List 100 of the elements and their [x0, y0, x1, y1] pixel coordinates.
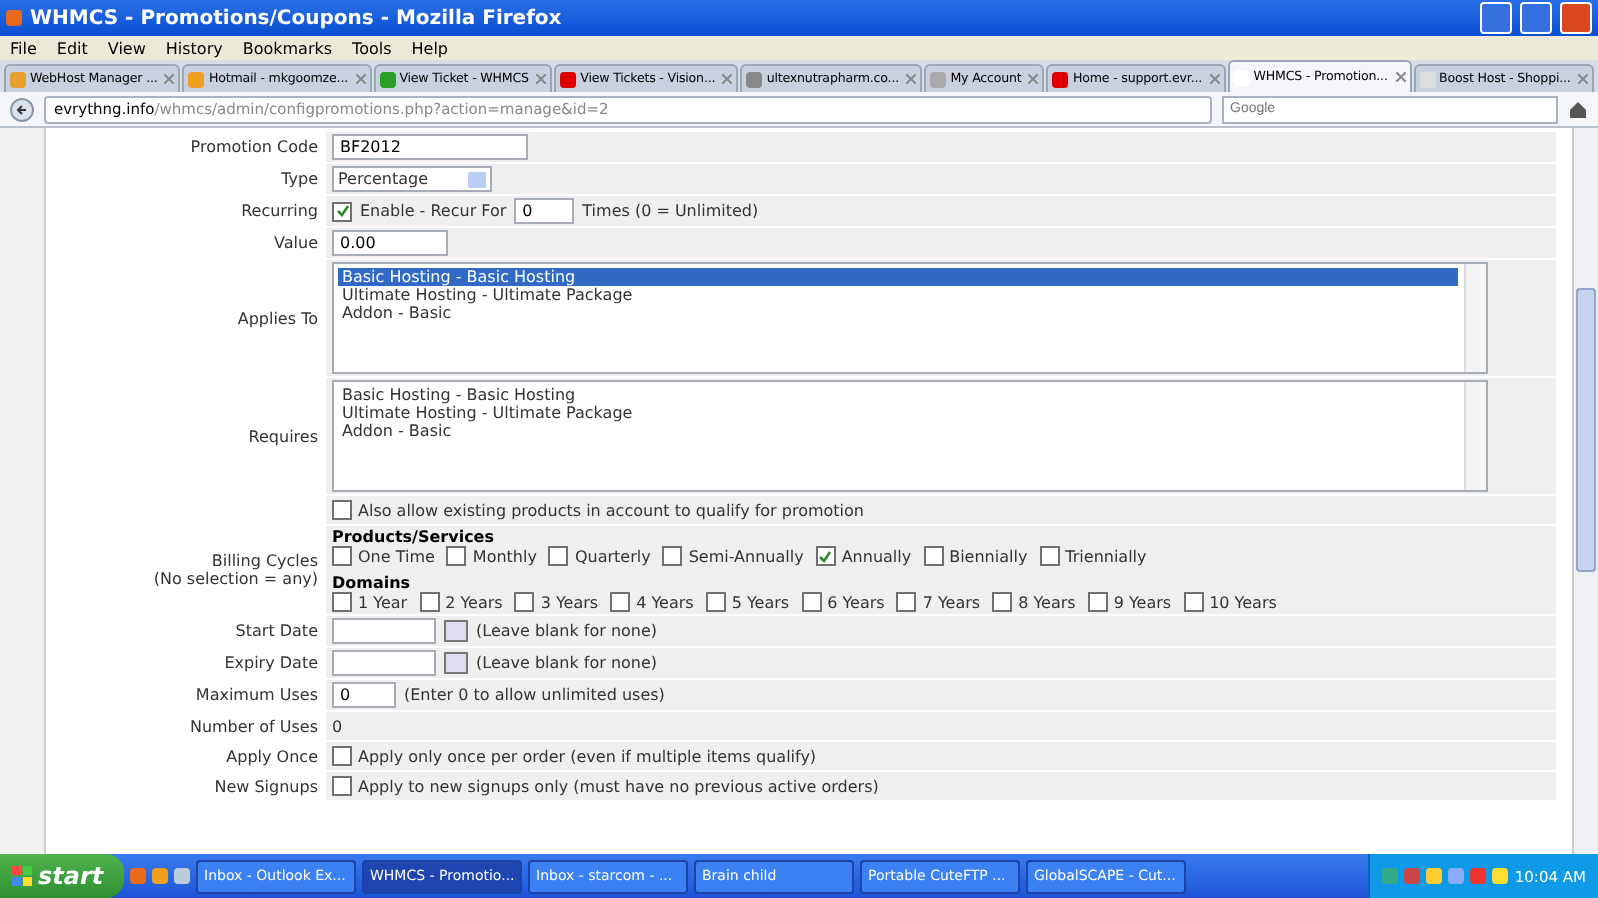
favicon-icon — [1233, 69, 1250, 85]
checkbox-label: 4 Years — [636, 593, 694, 611]
checkbox-label: Monthly — [472, 547, 537, 565]
checkbox-label: 10 Years — [1209, 593, 1277, 611]
checkbox[interactable] — [662, 546, 683, 566]
scrollbar[interactable] — [1572, 128, 1598, 854]
checkmark-icon — [335, 204, 349, 218]
close-icon[interactable] — [722, 74, 733, 84]
list-option[interactable]: Addon - Basic — [338, 422, 1458, 440]
number-field[interactable]: 0 — [332, 682, 396, 708]
value-text: 0 — [332, 717, 343, 735]
field-label: Start Date — [235, 622, 318, 640]
list-scrollbar[interactable] — [1464, 264, 1486, 372]
checkbox[interactable] — [1087, 592, 1108, 612]
close-icon[interactable] — [355, 74, 366, 84]
checkmark-icon — [818, 549, 833, 563]
scroll-thumb[interactable] — [1576, 288, 1596, 572]
menu-item[interactable]: File — [10, 39, 37, 57]
checkbox-label: Annually — [841, 547, 912, 565]
type-dropdown[interactable]: Percentage — [332, 166, 492, 192]
checkbox[interactable] — [705, 592, 726, 612]
hint-text: (Leave blank for none) — [476, 622, 658, 640]
menu-item[interactable]: History — [165, 39, 223, 57]
checkbox[interactable] — [1039, 546, 1060, 566]
checkbox-label: 1 Year — [358, 593, 408, 611]
checkbox[interactable] — [419, 592, 440, 612]
menu-item[interactable]: Tools — [352, 39, 392, 57]
checkbox[interactable] — [610, 592, 631, 612]
checkbox-label: 2 Years — [445, 593, 503, 611]
group-heading: Products/Services — [332, 528, 496, 546]
date-field[interactable] — [332, 650, 436, 676]
field-label: Requires — [248, 427, 318, 445]
list-option[interactable]: Basic Hosting - Basic Hosting — [338, 268, 1458, 286]
field-label: Number of Uses — [189, 717, 318, 735]
field-label: Billing Cycles — [211, 552, 318, 570]
field-label: Recurring — [241, 202, 318, 220]
checkbox[interactable] — [332, 546, 352, 566]
favicon-icon — [10, 71, 26, 87]
field-label: Maximum Uses — [195, 686, 318, 704]
text-field[interactable]: BF2012 — [332, 134, 528, 160]
list-option[interactable]: Ultimate Hosting - Ultimate Package — [338, 404, 1458, 422]
maximize-button[interactable] — [1520, 2, 1552, 34]
field-label: Type — [281, 170, 318, 188]
times-field[interactable]: 0 — [514, 198, 575, 224]
menu-item[interactable]: View — [107, 39, 146, 57]
list-option[interactable]: Addon - Basic — [338, 304, 1458, 322]
checkbox-label: Apply to new signups only (must have no previous active orders) — [358, 777, 879, 795]
back-icon[interactable] — [10, 97, 34, 121]
minimize-button[interactable] — [1480, 2, 1512, 34]
checkbox-label: 7 Years — [922, 593, 981, 611]
date-field[interactable] — [332, 618, 436, 644]
close-icon[interactable] — [1395, 72, 1406, 82]
checkbox[interactable] — [801, 592, 822, 612]
list-scrollbar[interactable] — [1464, 382, 1486, 490]
checkbox-label: Semi-Annually — [688, 547, 804, 565]
checkbox[interactable] — [332, 201, 352, 221]
close-icon[interactable] — [1209, 74, 1220, 84]
checkbox[interactable] — [332, 746, 352, 766]
close-icon[interactable] — [536, 74, 547, 84]
checkbox[interactable] — [1183, 592, 1204, 612]
checkbox[interactable] — [332, 776, 352, 796]
checkbox[interactable] — [923, 546, 944, 566]
checkbox-label: Apply only once per order (even if multiple items qualify) — [358, 747, 817, 765]
menu-item[interactable]: Edit — [56, 39, 88, 57]
checkbox[interactable] — [446, 546, 467, 566]
field-label: Expiry Date — [224, 654, 318, 672]
close-icon[interactable] — [1028, 74, 1039, 84]
close-icon[interactable] — [1578, 74, 1589, 84]
favicon-icon — [746, 71, 763, 87]
windows-logo-icon — [12, 866, 32, 886]
checkbox[interactable] — [332, 500, 352, 520]
checkbox-label: Also allow existing products in account to qualify for promotion — [358, 501, 864, 519]
close-button[interactable] — [1560, 2, 1592, 34]
field-label: Applies To — [237, 309, 318, 327]
checkbox[interactable] — [548, 546, 569, 566]
checkbox[interactable] — [992, 592, 1013, 612]
checkbox[interactable] — [514, 592, 535, 612]
favicon-icon — [1052, 71, 1069, 87]
checkbox-label: 6 Years — [827, 593, 885, 611]
close-icon[interactable] — [164, 74, 175, 84]
checkbox[interactable] — [332, 592, 352, 612]
checkbox-label: 9 Years — [1113, 593, 1172, 611]
caret-icon — [468, 171, 486, 187]
product-listbox[interactable]: Basic Hosting - Basic Hosting Ultimate Hosting - Ultimate Package Addon - Basic — [332, 262, 1488, 374]
field-label: Value — [274, 234, 318, 252]
home-icon[interactable] — [1568, 99, 1588, 119]
field-label: Promotion Code — [190, 138, 318, 156]
checkbox[interactable] — [896, 592, 917, 612]
text-field[interactable]: 0.00 — [332, 230, 448, 256]
hint-text: Times (0 = Unlimited) — [582, 202, 759, 220]
checkbox[interactable] — [815, 546, 836, 566]
field-sublabel: (No selection = any) — [153, 570, 318, 588]
product-listbox[interactable]: Basic Hosting - Basic Hosting Ultimate Hosting - Ultimate Package Addon - Basic — [332, 380, 1488, 492]
menu-item[interactable]: Help — [411, 39, 449, 57]
menu-item[interactable]: Bookmarks — [242, 39, 333, 57]
list-option[interactable]: Ultimate Hosting - Ultimate Package — [338, 286, 1458, 304]
group-heading: Domains — [332, 574, 413, 592]
close-icon[interactable] — [906, 74, 917, 84]
list-option[interactable]: Basic Hosting - Basic Hosting — [338, 386, 1458, 404]
field-label: New Signups — [214, 777, 318, 795]
